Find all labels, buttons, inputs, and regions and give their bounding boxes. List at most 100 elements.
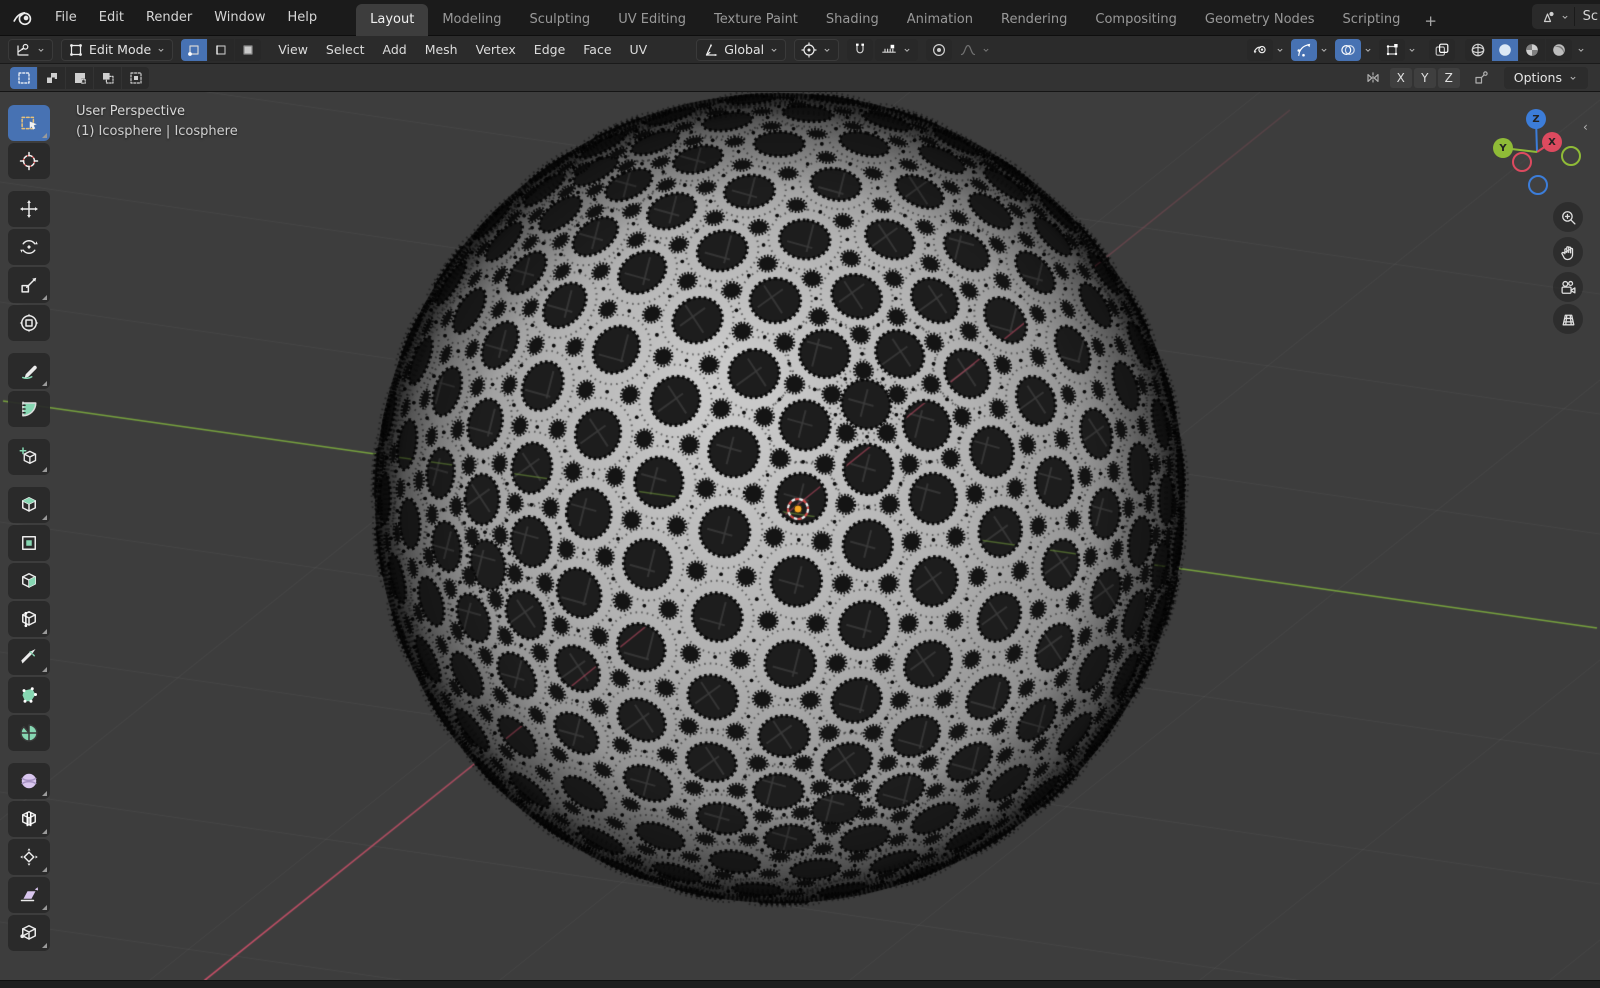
tool-loop-cut[interactable]: [8, 601, 50, 637]
gizmo-axis-y-ball[interactable]: Y: [1493, 138, 1513, 158]
gizmo-axis-z-ball[interactable]: Z: [1526, 109, 1546, 129]
mode-dropdown[interactable]: Edit Mode: [61, 39, 173, 61]
show-gizmos-toggle-icon: [1296, 42, 1312, 58]
new-tab-button[interactable]: +: [1414, 6, 1447, 36]
mirror-y-button[interactable]: Y: [1414, 68, 1436, 88]
viewport-menu-select[interactable]: Select: [317, 37, 374, 62]
tab-rendering[interactable]: Rendering: [987, 4, 1081, 36]
gizmo-axis-x-ball[interactable]: X: [1542, 132, 1562, 152]
tab-texture-paint[interactable]: Texture Paint: [700, 4, 812, 36]
navigation-gizmo[interactable]: ZX Y: [1492, 107, 1582, 197]
tool-transform[interactable]: [8, 305, 50, 341]
measure-icon: [19, 399, 39, 419]
tool-select-box[interactable]: [8, 105, 50, 141]
pivot-point-dropdown[interactable]: [794, 39, 839, 61]
snap-toggle[interactable]: [847, 39, 873, 61]
tool-annotate[interactable]: [8, 353, 50, 389]
sidebar-collapse-arrow[interactable]: ‹: [1583, 120, 1588, 134]
material-preview-shading-button[interactable]: [1519, 39, 1545, 61]
mirror-z-button[interactable]: Z: [1438, 68, 1460, 88]
tool-knife[interactable]: [8, 639, 50, 675]
tab-compositing[interactable]: Compositing: [1081, 4, 1191, 36]
snap-increment-icon: [881, 42, 897, 58]
shading-dropdown-chevron-icon[interactable]: [1576, 45, 1586, 55]
viewport-menu-edge[interactable]: Edge: [525, 37, 574, 62]
gizmo-object-toggle[interactable]: [1379, 39, 1405, 61]
visibility-dropdown[interactable]: [1247, 39, 1273, 61]
tool-measure[interactable]: [8, 391, 50, 427]
menu-render[interactable]: Render: [135, 5, 203, 30]
select-subtract-button[interactable]: [66, 67, 93, 89]
select-set-button[interactable]: [10, 67, 37, 89]
proportional-editing-toggle[interactable]: [926, 39, 952, 61]
viewport-menu-face[interactable]: Face: [574, 37, 620, 62]
tool-shear[interactable]: [8, 877, 50, 913]
gizmo-axis-neg-ball[interactable]: [1512, 152, 1532, 172]
zoom-view-button[interactable]: [1553, 202, 1583, 232]
tab-uv-editing[interactable]: UV Editing: [604, 4, 700, 36]
snap-target-dropdown[interactable]: [875, 39, 918, 61]
scene-selector[interactable]: Sc: [1532, 4, 1600, 29]
tool-rotate[interactable]: [8, 229, 50, 265]
tool-scale[interactable]: [8, 267, 50, 303]
tab-animation[interactable]: Animation: [893, 4, 987, 36]
wireframe-shading-button[interactable]: [1465, 39, 1491, 61]
toggle-perspective-button[interactable]: [1553, 304, 1583, 334]
face-select-button[interactable]: [235, 39, 261, 61]
tool-move[interactable]: [8, 191, 50, 227]
select-intersect-button[interactable]: [122, 67, 149, 89]
tab-layout[interactable]: Layout: [356, 4, 428, 36]
viewport-3d[interactable]: User Perspective (1) Icosphere | Icosphe…: [0, 92, 1600, 980]
tab-geometry-nodes[interactable]: Geometry Nodes: [1191, 4, 1329, 36]
orientation-label: Global: [724, 42, 764, 57]
orientation-axes-icon: [703, 42, 719, 58]
toggle-xray-button[interactable]: [1429, 39, 1455, 61]
tool-inset-faces[interactable]: [8, 525, 50, 561]
rendered-shading-button[interactable]: [1546, 39, 1572, 61]
tool-cursor[interactable]: [8, 143, 50, 179]
solid-shading-button[interactable]: [1492, 39, 1518, 61]
mirror-x-button[interactable]: X: [1390, 68, 1412, 88]
editor-type-button[interactable]: [8, 39, 53, 61]
tab-sculpting[interactable]: Sculpting: [515, 4, 604, 36]
tool-bevel[interactable]: [8, 563, 50, 599]
status-bar: [0, 980, 1600, 988]
select-box-mode-group: [10, 67, 149, 89]
select-extend-button[interactable]: [38, 67, 65, 89]
tab-modeling[interactable]: Modeling: [428, 4, 515, 36]
select-invert-button[interactable]: [94, 67, 121, 89]
viewport-menu-vertex[interactable]: Vertex: [467, 37, 525, 62]
menu-file[interactable]: File: [44, 5, 88, 30]
edge-select-button[interactable]: [208, 39, 234, 61]
gizmo-axis-neg-ball[interactable]: [1561, 146, 1581, 166]
show-overlays-toggle[interactable]: [1335, 39, 1361, 61]
tool-poly-build[interactable]: [8, 677, 50, 713]
viewport-menu-view[interactable]: View: [269, 37, 317, 62]
transform-orientation-dropdown[interactable]: Global: [696, 39, 786, 61]
show-gizmos-toggle[interactable]: [1291, 39, 1317, 61]
viewport-menu-uv[interactable]: UV: [621, 37, 657, 62]
view-perspective-label: User Perspective: [76, 102, 238, 122]
tool-smooth[interactable]: [8, 763, 50, 799]
menu-edit[interactable]: Edit: [88, 5, 135, 30]
vertex-select-button[interactable]: [181, 39, 207, 61]
gizmo-axis-neg-ball[interactable]: [1528, 175, 1548, 195]
camera-view-button[interactable]: [1553, 272, 1583, 302]
viewport-canvas[interactable]: [0, 92, 1600, 980]
blender-logo-icon[interactable]: [12, 7, 34, 29]
falloff-dropdown[interactable]: [954, 39, 997, 61]
tab-scripting[interactable]: Scripting: [1329, 4, 1415, 36]
options-dropdown[interactable]: Options: [1504, 67, 1588, 89]
tab-shading[interactable]: Shading: [812, 4, 893, 36]
pan-view-button[interactable]: [1553, 237, 1583, 267]
tool-spin[interactable]: [8, 715, 50, 751]
menu-window[interactable]: Window: [203, 5, 276, 30]
tool-shrink-fatten[interactable]: [8, 839, 50, 875]
tool-edge-slide[interactable]: [8, 801, 50, 837]
tool-extrude-region[interactable]: [8, 487, 50, 523]
tool-add-cube[interactable]: [8, 439, 50, 475]
viewport-menu-mesh[interactable]: Mesh: [416, 37, 467, 62]
menu-help[interactable]: Help: [277, 5, 329, 30]
viewport-menu-add[interactable]: Add: [373, 37, 415, 62]
tool-rip-region[interactable]: [8, 915, 50, 951]
